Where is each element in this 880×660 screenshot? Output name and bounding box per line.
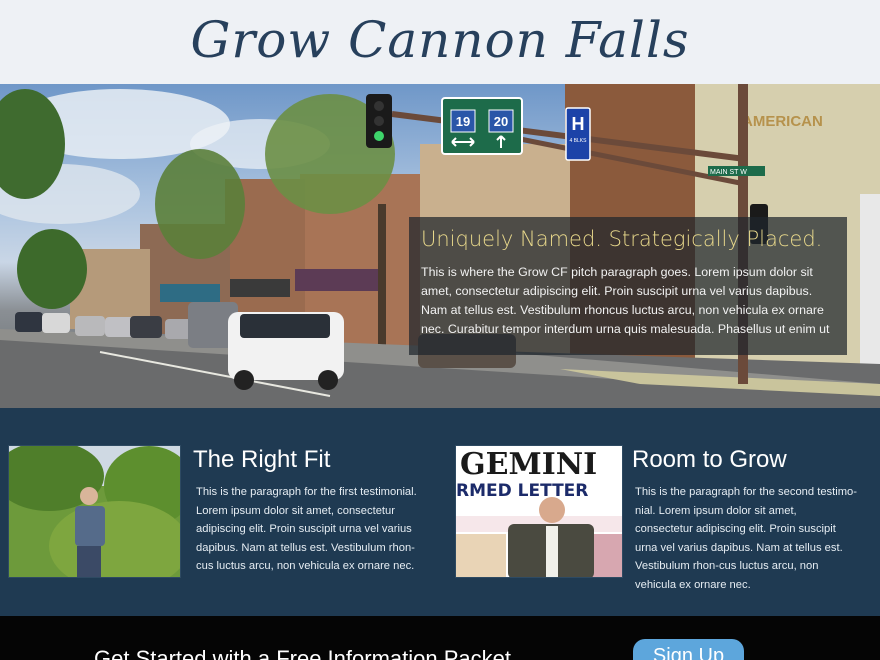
cta-bar: Get Started with a Free Information Pack… bbox=[0, 616, 880, 660]
hero-banner: AMERICAN 19 20 H 4 BLKS MAIN ST W Unique… bbox=[0, 84, 880, 408]
pitch-title: Uniquely Named. Strategically Placed. bbox=[421, 227, 823, 251]
testimonial-2-title: Room to Grow bbox=[632, 446, 787, 473]
testimonial-2-paragraph: This is the paragraph for the second tes… bbox=[635, 486, 857, 591]
cta-text: Get Started with a Free Information Pack… bbox=[94, 646, 511, 660]
hospital-sign-text: H bbox=[572, 114, 585, 134]
hospital-sign-note: 4 BLKS bbox=[570, 138, 588, 144]
pitch-box: Uniquely Named. Strategically Placed. Th… bbox=[409, 217, 847, 355]
photo-sign-letters: RMED LETTER bbox=[456, 481, 588, 501]
sign-up-button[interactable]: Sign Up bbox=[633, 639, 744, 660]
site-header: Grow Cannon Falls bbox=[0, 0, 880, 84]
site-logo[interactable]: Grow Cannon Falls bbox=[190, 11, 689, 69]
testimonial-1-paragraph: This is the paragraph for the first test… bbox=[196, 486, 417, 572]
route-20-text: 20 bbox=[494, 114, 508, 129]
pitch-paragraph: This is where the Grow CF pitch paragrap… bbox=[421, 265, 830, 336]
testimonial-1-title: The Right Fit bbox=[193, 446, 331, 473]
route-19-text: 19 bbox=[456, 114, 470, 129]
street-sign-text: MAIN ST W bbox=[710, 169, 747, 176]
testimonial-photo-sign-shop: GEMINI RMED LETTER bbox=[455, 445, 623, 578]
testimonial-photo-farmer bbox=[8, 445, 181, 578]
testimonials-section: The Right Fit This is the paragraph for … bbox=[0, 408, 880, 616]
photo-sign-gemini: GEMINI bbox=[460, 447, 597, 482]
store-sign-text: AMERICAN bbox=[742, 113, 823, 130]
